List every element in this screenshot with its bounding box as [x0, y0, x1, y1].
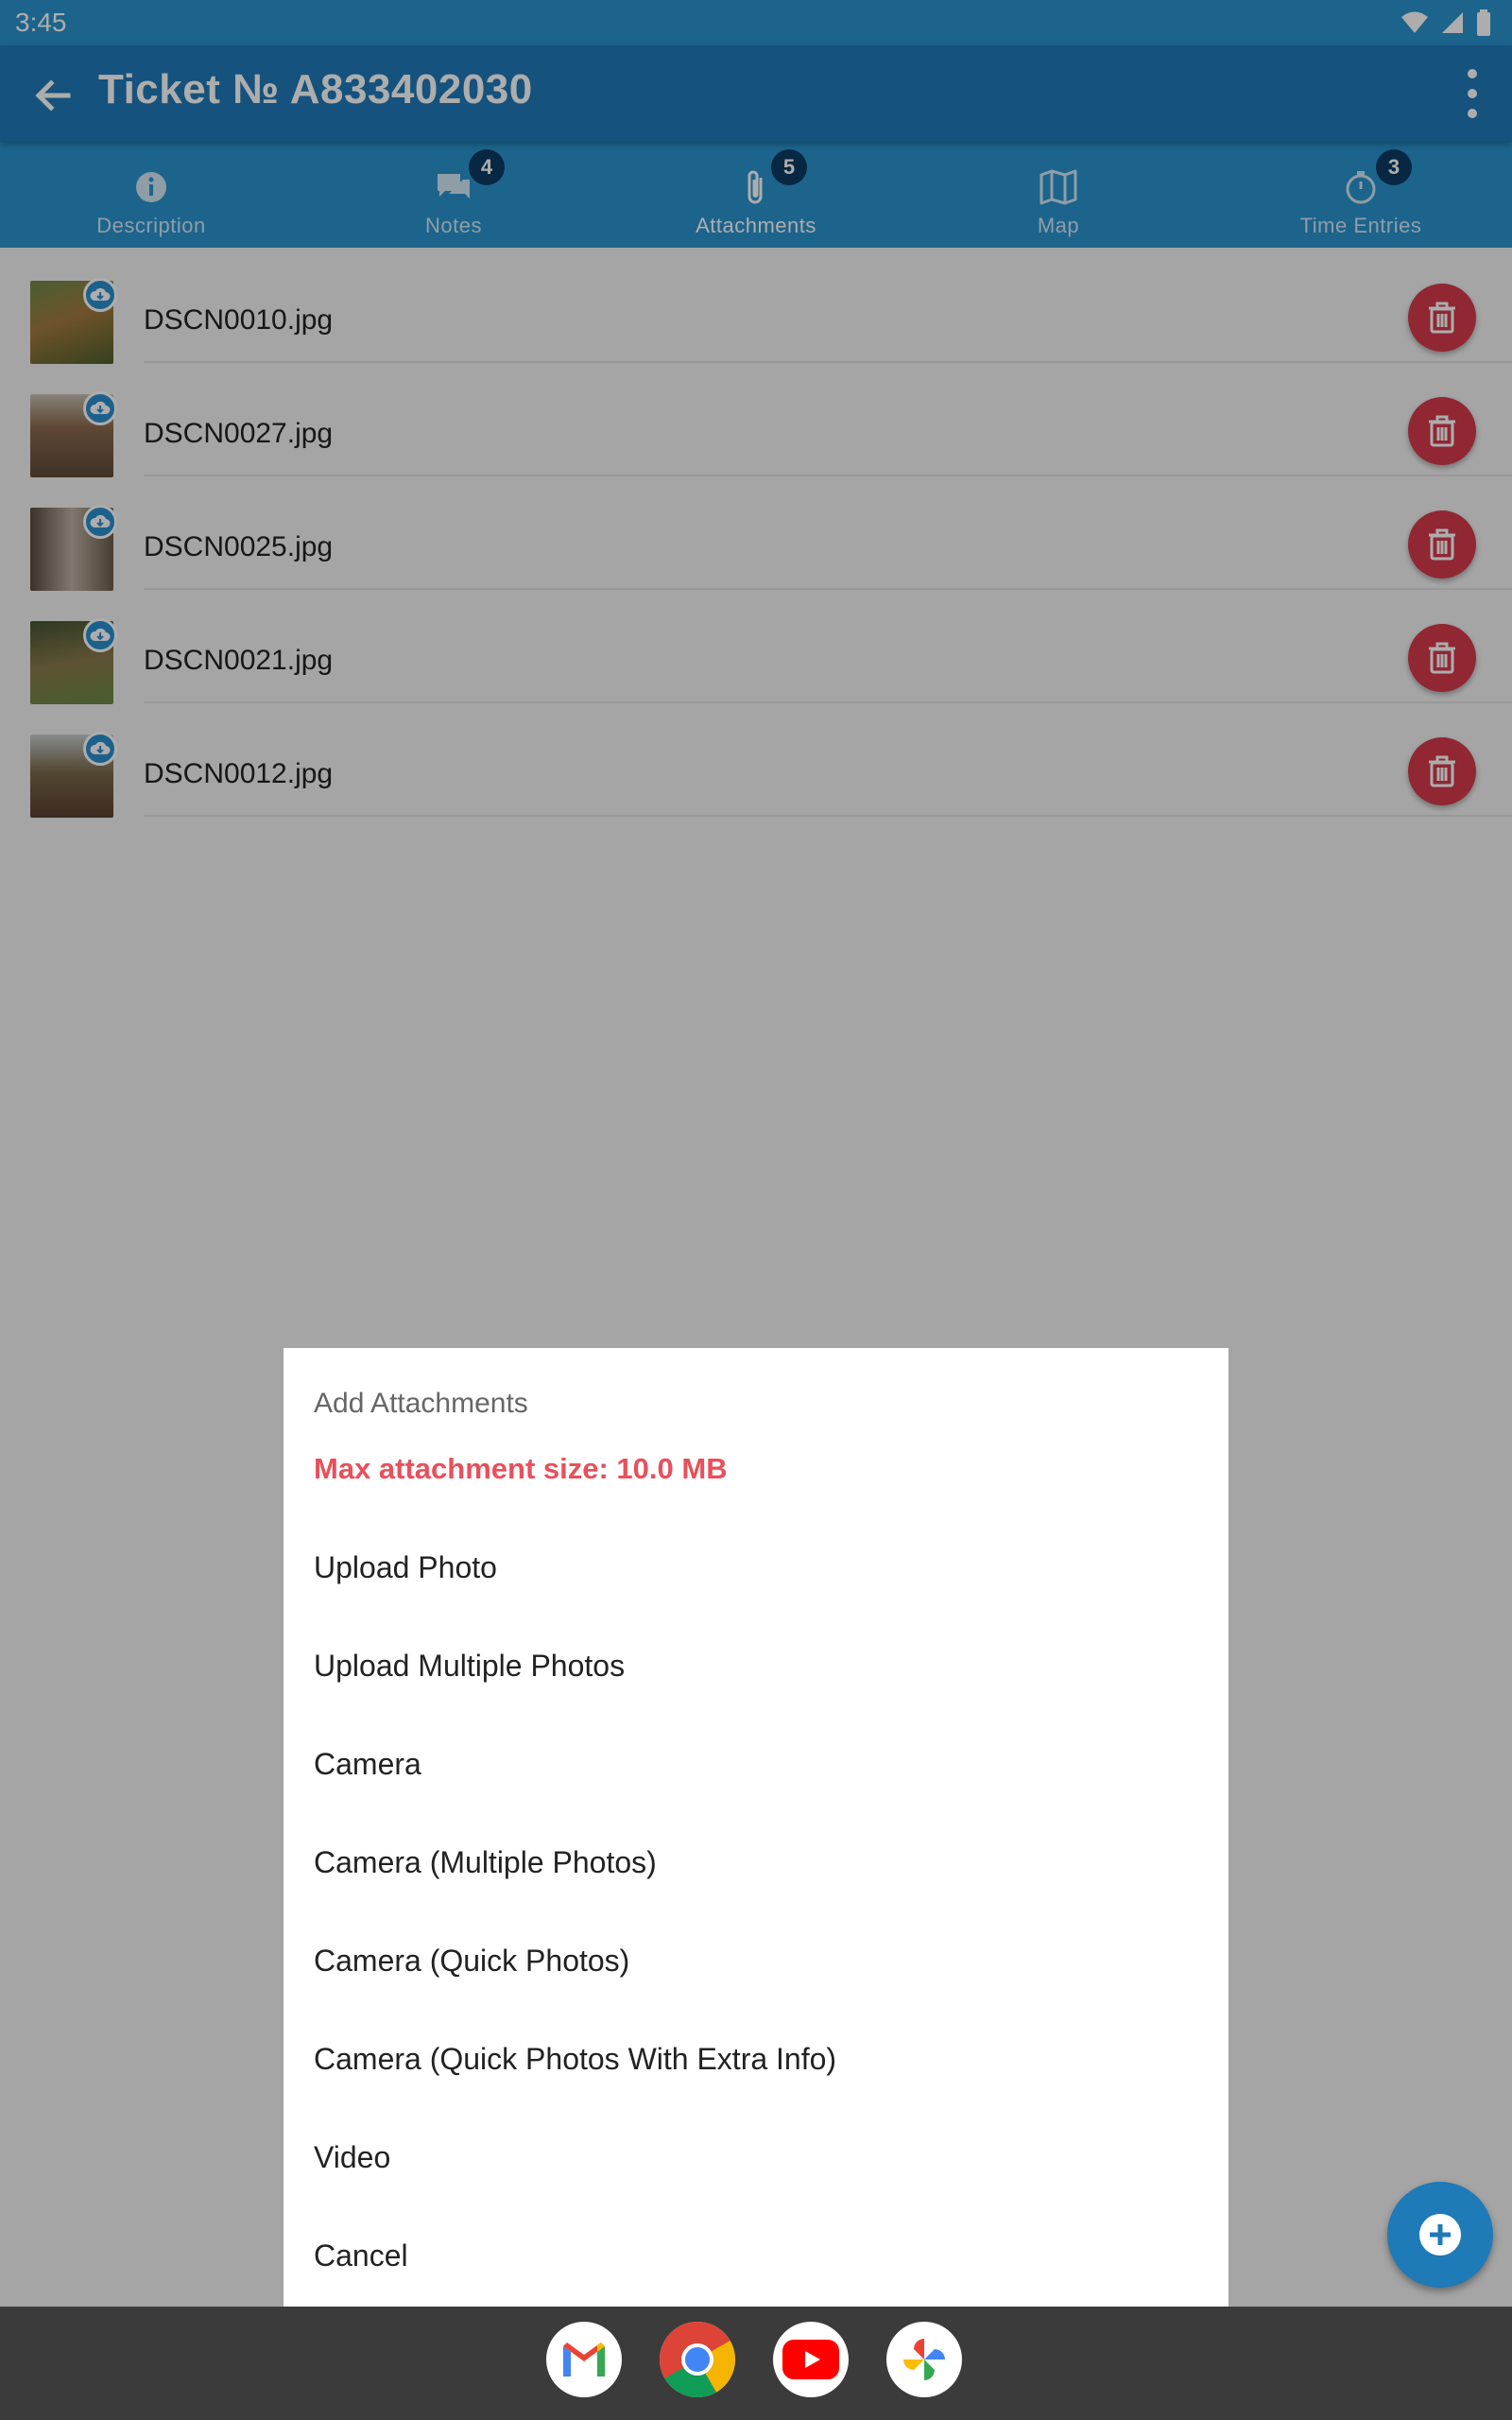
- option-upload-photo[interactable]: Upload Photo: [314, 1550, 497, 1585]
- option-camera-multiple[interactable]: Camera (Multiple Photos): [314, 1845, 657, 1880]
- option-video[interactable]: Video: [314, 2140, 390, 2175]
- dialog-title: Add Attachments: [314, 1388, 528, 1419]
- add-circle-icon: [1419, 2214, 1461, 2256]
- youtube-icon[interactable]: [773, 2322, 849, 2397]
- option-camera-quick[interactable]: Camera (Quick Photos): [314, 1944, 629, 1979]
- chrome-icon[interactable]: [660, 2322, 735, 2397]
- app-dock: [546, 2322, 962, 2397]
- option-cancel[interactable]: Cancel: [314, 2238, 408, 2273]
- option-camera[interactable]: Camera: [314, 1747, 421, 1782]
- taskbar: [0, 2307, 1512, 2420]
- add-attachment-fab[interactable]: [1387, 2182, 1493, 2288]
- gmail-icon[interactable]: [546, 2322, 622, 2397]
- max-size-warning: Max attachment size: 10.0 MB: [314, 1452, 728, 1485]
- option-camera-quick-extra-info[interactable]: Camera (Quick Photos With Extra Info): [314, 2042, 836, 2077]
- photos-icon[interactable]: [886, 2322, 962, 2397]
- option-upload-multiple-photos[interactable]: Upload Multiple Photos: [314, 1649, 625, 1684]
- add-attachments-dialog: Add Attachments Max attachment size: 10.…: [284, 1348, 1228, 2307]
